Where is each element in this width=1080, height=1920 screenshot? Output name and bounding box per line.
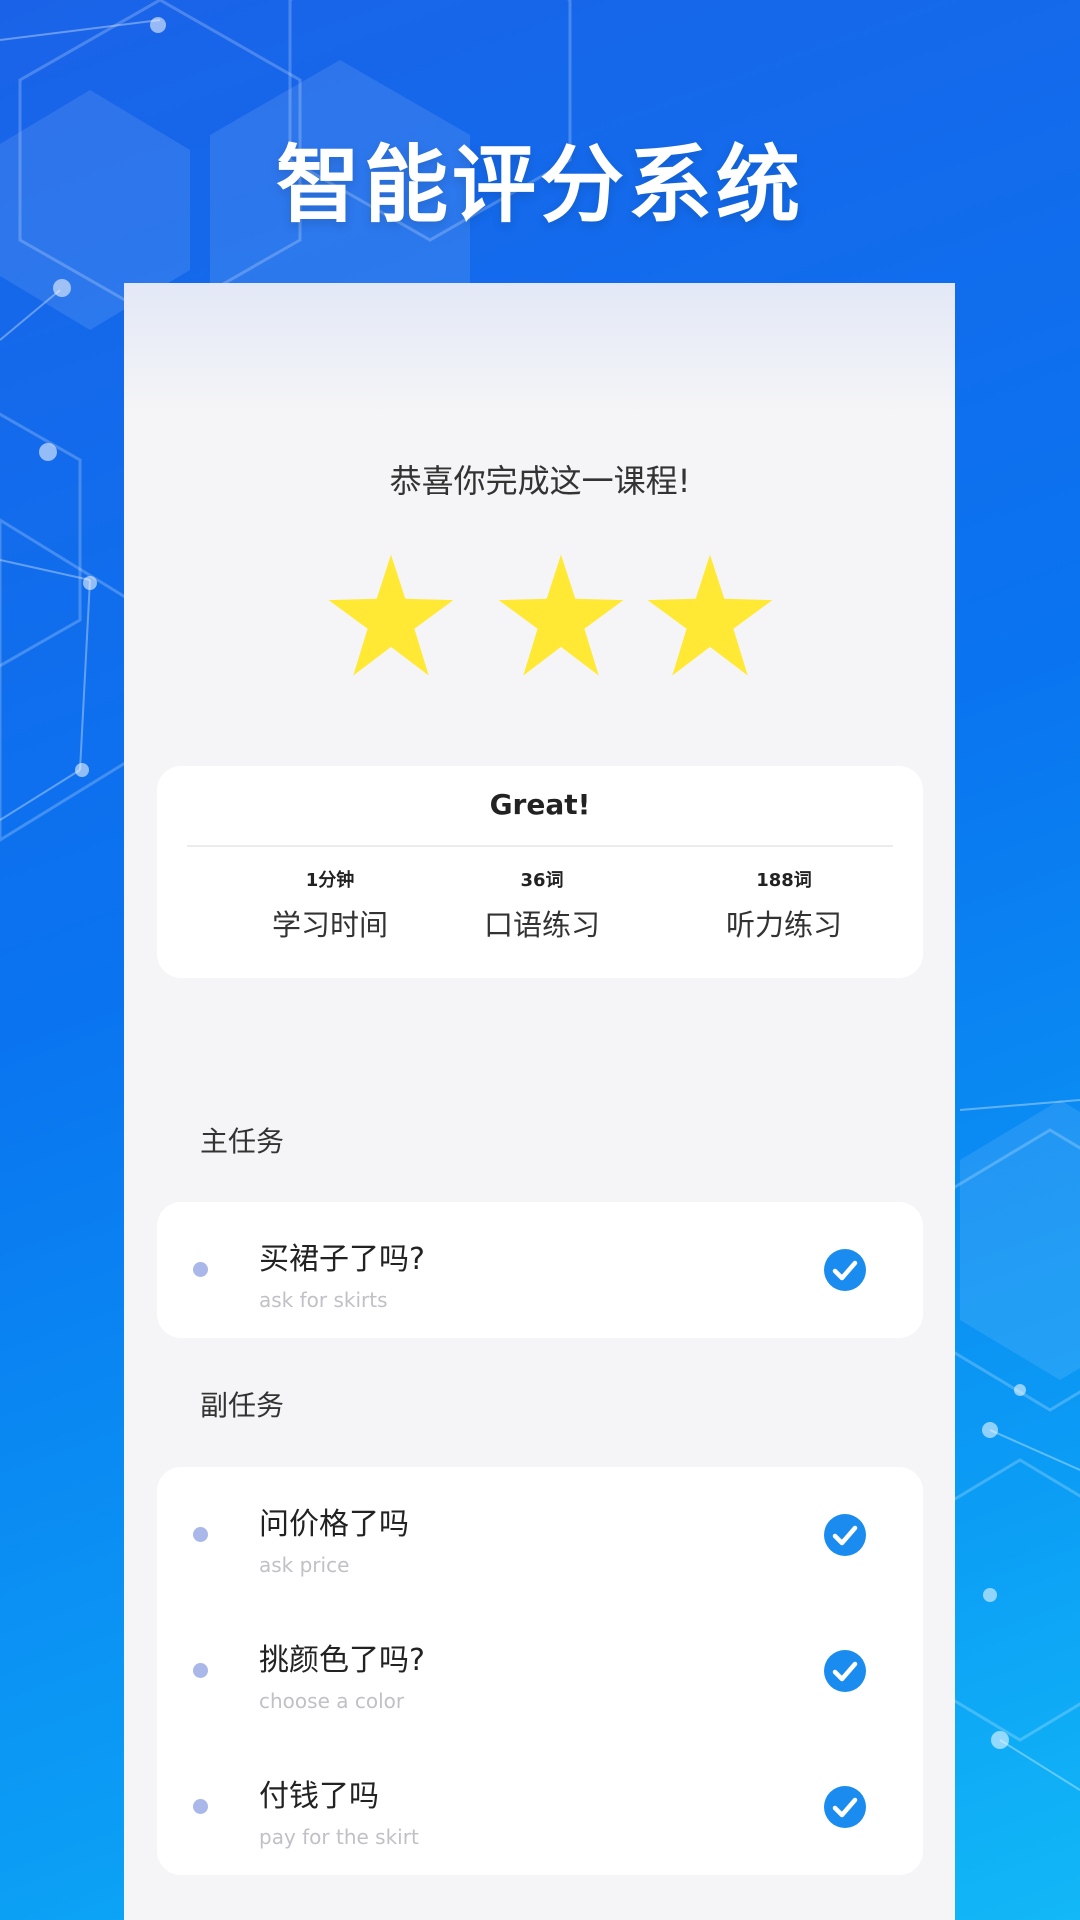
main-tasks-panel: 买裙子了吗? ask for skirts (157, 1202, 923, 1338)
bullet-dot (193, 1663, 208, 1678)
side-tasks-title: 副任务 (200, 1389, 285, 1422)
bullet-dot (193, 1262, 208, 1277)
stat-value: 188词 (756, 870, 812, 891)
task-subtitle: ask price (259, 1553, 350, 1577)
stat-speaking: 36词 口语练习 (432, 866, 652, 944)
page-headline: 智能评分系统 (275, 136, 804, 234)
stat-label: 听力练习 (725, 908, 842, 942)
task-subtitle: ask for skirts (259, 1288, 388, 1312)
star-icon (328, 554, 454, 676)
star-icon (498, 554, 624, 676)
check-circle-icon (824, 1249, 866, 1291)
task-subtitle: pay for the skirt (259, 1825, 419, 1849)
side-tasks-panel: 问价格了吗 ask price 挑颜色了吗? choose a color 付钱… (157, 1467, 923, 1875)
list-item[interactable]: 问价格了吗 ask price (157, 1467, 923, 1603)
list-item[interactable]: 买裙子了吗? ask for skirts (157, 1202, 923, 1338)
check-circle-icon (824, 1650, 866, 1692)
stat-value: 36词 (520, 870, 564, 891)
task-title: 问价格了吗 (259, 1507, 409, 1542)
task-title: 挑颜色了吗? (259, 1643, 425, 1678)
task-subtitle: choose a color (259, 1689, 405, 1713)
star-icon (647, 554, 773, 676)
stat-listening: 188词 听力练习 (674, 866, 894, 944)
list-item[interactable]: 挑颜色了吗? choose a color (157, 1603, 923, 1739)
task-title: 买裙子了吗? (259, 1242, 425, 1277)
bullet-dot (193, 1799, 208, 1814)
task-title: 付钱了吗 (259, 1779, 379, 1814)
summary-panel: Great! 1分钟 学习时间 36词 口语练习 188词 听力练习 (157, 766, 923, 978)
stat-label: 学习时间 (271, 908, 388, 942)
check-circle-icon (824, 1786, 866, 1828)
main-tasks-title: 主任务 (200, 1125, 285, 1158)
check-circle-icon (824, 1514, 866, 1556)
list-item[interactable]: 付钱了吗 pay for the skirt (157, 1739, 923, 1875)
rating-text: Great! (489, 788, 591, 821)
stat-study-time: 1分钟 学习时间 (220, 866, 440, 944)
star-rating (0, 552, 1080, 692)
stat-label: 口语练习 (483, 908, 600, 942)
divider (187, 845, 893, 847)
stat-value: 1分钟 (305, 870, 355, 891)
congrats-message: 恭喜你完成这一课程! (389, 462, 691, 500)
bullet-dot (193, 1527, 208, 1542)
